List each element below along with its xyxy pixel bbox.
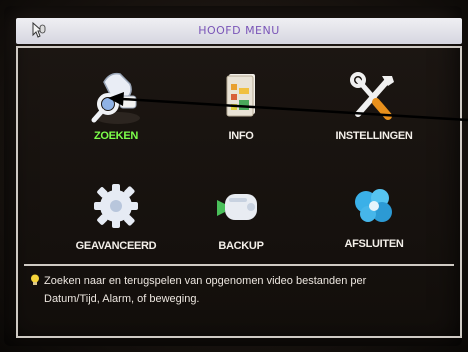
menu-item-instellingen[interactable]: INSTELLINGEN (304, 68, 444, 168)
menu-item-geavanceerd[interactable]: GEAVANCEERD (46, 178, 186, 278)
menu-item-zoeken[interactable]: ZOEKEN (46, 68, 186, 168)
hint-text: Zoeken naar en terugspelen van opgenomen… (44, 272, 449, 308)
info-document-icon (226, 74, 255, 117)
menu-label-geavanceerd: GEAVANCEERD (75, 240, 157, 252)
menu-label-info: INFO (228, 130, 254, 142)
menu-label-instellingen: INSTELLINGEN (335, 130, 413, 142)
status-hint: Zoeken naar en terugspelen van opgenomen… (24, 264, 454, 332)
window-title: HOOFD MENU (198, 24, 280, 37)
backup-camera-icon (217, 194, 257, 220)
hint-line-2: Datum/Tijd, Alarm, of beweging. (44, 293, 200, 305)
menu-label-zoeken: ZOEKEN (93, 130, 139, 142)
hint-line-1: Zoeken naar en terugspelen van opgenomen… (44, 275, 367, 287)
menu-label-backup: BACKUP (218, 240, 264, 252)
dvr-screen: HOOFD MENU ZOEKEN INFO INSTELLINGEN GEAV… (4, 6, 462, 346)
title-bar: HOOFD MENU (16, 18, 462, 44)
menu-item-afsluiten[interactable]: AFSLUITEN (304, 176, 444, 276)
menu-label-afsluiten: AFSLUITEN (344, 238, 404, 250)
search-magnifier-icon (91, 72, 140, 124)
tools-icon (350, 72, 394, 120)
menu-item-info[interactable]: INFO (171, 68, 311, 168)
lightbulb-icon (31, 274, 39, 285)
shutdown-icon (355, 189, 392, 222)
gear-icon (94, 184, 138, 228)
menu-item-backup[interactable]: BACKUP (171, 178, 311, 278)
